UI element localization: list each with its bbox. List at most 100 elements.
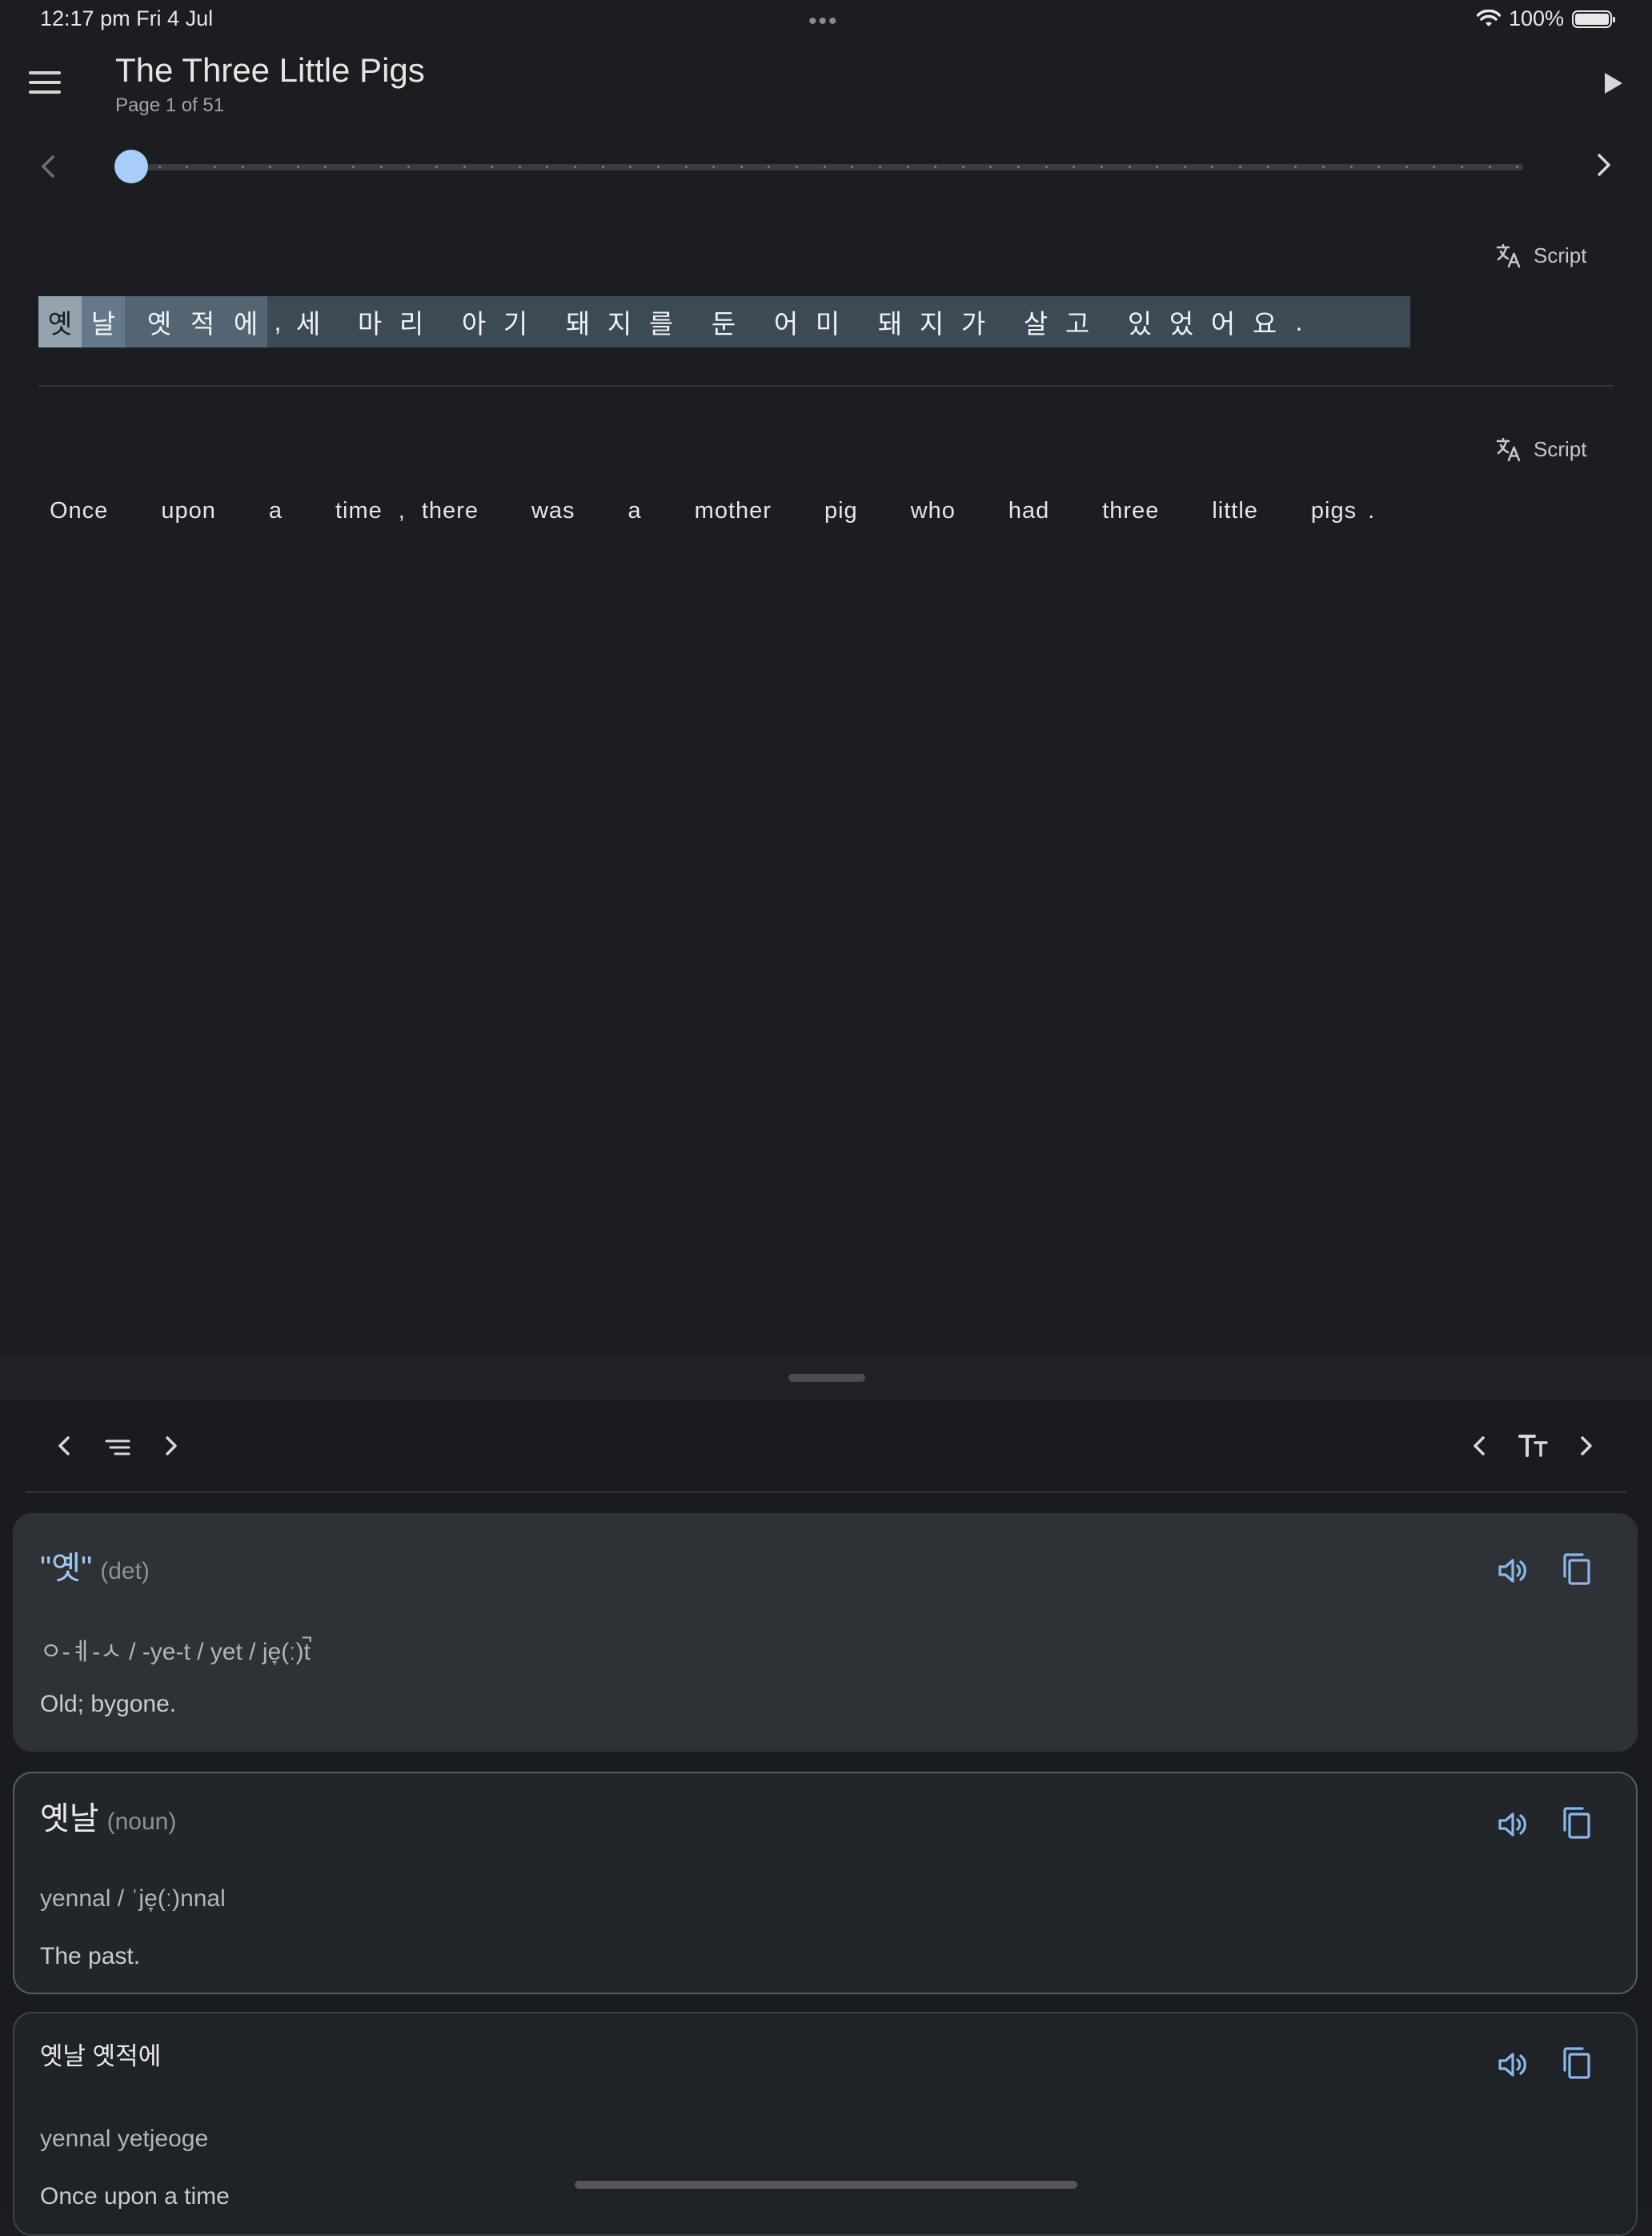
korean-token[interactable]: 가 — [952, 296, 994, 347]
korean-token[interactable]: 요 — [1244, 296, 1285, 347]
page-slider-track[interactable] — [130, 164, 1523, 171]
previous-sentence-button[interactable] — [51, 1430, 75, 1470]
korean-token[interactable]: 날 — [82, 296, 125, 347]
dictionary-card[interactable]: "옛" (det) ㅇ-ㅖ-ㅅ / -ye-t / yet / je̞(ː)t̚ … — [13, 1513, 1638, 1752]
korean-token[interactable]: 있 — [1119, 296, 1161, 347]
next-page-button[interactable] — [1594, 151, 1614, 187]
status-right: 100% — [1476, 6, 1615, 31]
korean-token[interactable]: 둔 — [703, 296, 744, 347]
script-label: Script — [1534, 243, 1587, 267]
korean-sentence[interactable]: 옛 날 옛 적 에 , 세 마 리 아 기 돼 지 를 둔 어 미 돼 지 가 … — [38, 296, 1410, 347]
english-token[interactable]: , — [394, 498, 411, 524]
card-definition: Once upon a time — [40, 2183, 230, 2210]
card-romanization: yennal / ˈje̞(ː)nnal — [40, 1885, 226, 1912]
korean-token[interactable]: 지 — [599, 296, 640, 347]
korean-token[interactable]: 옛 — [38, 296, 82, 347]
next-sentence-button[interactable] — [160, 1430, 184, 1470]
previous-page-button[interactable] — [38, 152, 58, 189]
english-token[interactable]: was — [520, 498, 587, 524]
korean-token[interactable]: 살 — [1015, 296, 1057, 347]
speaker-icon[interactable] — [1495, 2047, 1530, 2082]
menu-button[interactable] — [26, 66, 64, 99]
english-token[interactable]: there — [411, 498, 490, 524]
korean-token[interactable]: 적 — [181, 296, 224, 347]
slider-tick — [1183, 166, 1186, 168]
slider-tick — [379, 166, 383, 168]
english-token[interactable]: . — [1368, 498, 1375, 524]
sheet-drag-handle[interactable] — [788, 1374, 865, 1382]
speaker-icon[interactable] — [1495, 1807, 1530, 1842]
card-definition: Old; bygone. — [40, 1691, 177, 1717]
slider-tick — [656, 166, 660, 168]
english-token[interactable]: little — [1201, 498, 1269, 524]
sentence-list-button[interactable] — [104, 1433, 131, 1469]
slider-tick — [684, 166, 688, 168]
token-gap — [125, 296, 138, 347]
english-token[interactable]: had — [997, 498, 1061, 524]
dictionary-card[interactable]: 옛날 옛적에 yennal yetjeoge Once upon a time — [13, 2012, 1638, 2236]
korean-token[interactable]: 돼 — [557, 296, 599, 347]
page-indicator: Page 1 of 51 — [115, 94, 225, 116]
english-token[interactable]: who — [900, 498, 967, 524]
english-token[interactable]: pig — [813, 498, 869, 524]
english-token[interactable]: Once — [38, 498, 119, 524]
card-part-of-speech: (noun) — [106, 1808, 177, 1835]
card-headword: "옛" — [40, 1551, 93, 1586]
korean-token[interactable]: 아 — [453, 296, 495, 347]
multitasking-dots[interactable]: ••• — [808, 8, 839, 35]
home-indicator[interactable] — [575, 2181, 1077, 2189]
previous-word-button[interactable] — [1466, 1430, 1490, 1470]
text-size-button[interactable] — [1518, 1431, 1550, 1468]
copy-icon[interactable] — [1559, 2045, 1594, 2081]
korean-token[interactable]: 기 — [495, 296, 536, 347]
text-size-icon — [1518, 1435, 1548, 1457]
korean-script-button[interactable]: Script — [1495, 242, 1586, 269]
copy-icon[interactable] — [1559, 1552, 1594, 1587]
english-token[interactable]: pigs — [1300, 498, 1368, 524]
korean-token[interactable]: , — [267, 296, 288, 347]
sheet-divider — [26, 1491, 1626, 1493]
korean-token[interactable]: 어 — [765, 296, 807, 347]
section-divider — [38, 385, 1614, 387]
korean-token[interactable]: 고 — [1057, 296, 1098, 347]
korean-token[interactable]: 지 — [911, 296, 952, 347]
korean-token[interactable]: 를 — [640, 296, 682, 347]
battery-icon — [1572, 10, 1615, 28]
english-token[interactable]: three — [1091, 498, 1170, 524]
english-token[interactable]: a — [258, 498, 294, 524]
korean-token[interactable]: 세 — [288, 296, 328, 347]
dictionary-card[interactable]: 옛날 (noun) yennal / ˈje̞(ː)nnal The past. — [13, 1772, 1638, 1994]
card-headword-row: 옛날 (noun) — [40, 1792, 176, 1839]
english-token[interactable]: mother — [684, 498, 783, 524]
slider-tick — [1128, 166, 1131, 168]
page-slider-thumb[interactable] — [114, 150, 148, 183]
korean-token[interactable]: 에 — [224, 296, 267, 347]
english-token[interactable]: upon — [150, 498, 227, 524]
hamburger-line — [29, 81, 61, 84]
slider-tick — [213, 166, 216, 168]
korean-token[interactable]: . — [1285, 296, 1313, 347]
next-word-button[interactable] — [1575, 1430, 1599, 1470]
english-token[interactable]: a — [617, 498, 653, 524]
slider-tick — [518, 166, 521, 168]
korean-token[interactable]: 어 — [1202, 296, 1244, 347]
token-gap — [536, 296, 557, 347]
card-romanization: ㅇ-ㅖ-ㅅ / -ye-t / yet / je̞(ː)t̚ — [40, 1639, 311, 1665]
script-label: Script — [1534, 436, 1587, 461]
korean-token[interactable]: 돼 — [869, 296, 911, 347]
play-button[interactable] — [1596, 67, 1628, 99]
english-sentence[interactable]: Once upon a time , there was a mother pi… — [38, 495, 1375, 527]
slider-tick — [601, 166, 604, 168]
copy-icon[interactable] — [1559, 1805, 1594, 1841]
card-headword-row: 옛날 옛적에 — [40, 2036, 169, 2072]
english-token[interactable]: time — [324, 498, 394, 524]
chevron-right-icon — [166, 1436, 177, 1455]
korean-token[interactable]: 리 — [391, 296, 432, 347]
speaker-icon[interactable] — [1495, 1553, 1530, 1588]
korean-token[interactable]: 었 — [1161, 296, 1202, 347]
token-gap — [682, 296, 703, 347]
english-script-button[interactable]: Script — [1495, 436, 1586, 463]
korean-token[interactable]: 마 — [349, 296, 391, 347]
korean-token[interactable]: 옛 — [138, 296, 181, 347]
korean-token[interactable]: 미 — [807, 296, 848, 347]
